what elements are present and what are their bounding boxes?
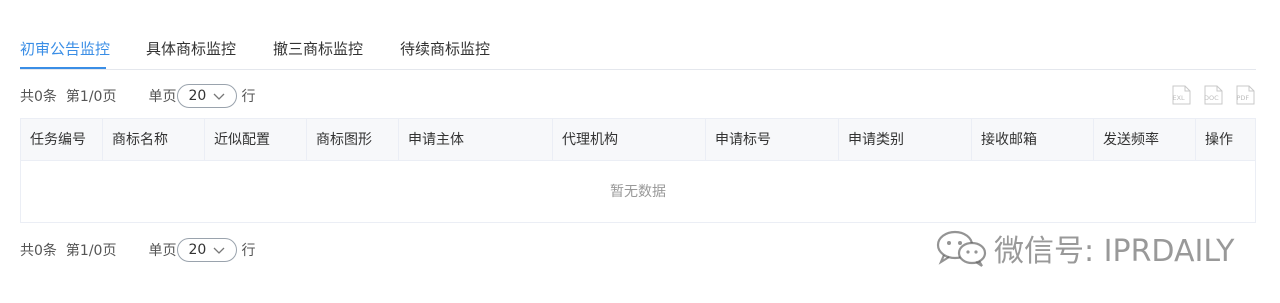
col-agency: 代理机构 [553, 119, 706, 161]
col-trademark-name: 商标名称 [103, 119, 205, 161]
chevron-down-icon [212, 89, 226, 103]
tab-specific-trademark[interactable]: 具体商标监控 [146, 38, 236, 59]
page-info: 第1/0页 [65, 243, 117, 259]
pdf-export-button[interactable]: PDF [1234, 84, 1256, 106]
page-size-label: 单页 [148, 89, 177, 105]
table-header: 任务编号 商标名称 近似配置 商标图形 申请主体 代理机构 申请标号 申请类别 … [21, 119, 1255, 161]
col-send-frequency: 发送频率 [1094, 119, 1196, 161]
active-tab-indicator [20, 67, 106, 69]
col-task-number: 任务编号 [21, 119, 103, 161]
svg-text:DOC: DOC [1204, 94, 1219, 102]
col-similarity-config: 近似配置 [205, 119, 307, 161]
rows-suffix: 行 [241, 89, 256, 105]
excel-export-button[interactable]: EXL [1170, 84, 1192, 106]
pdf-export-icon: PDF [1236, 85, 1255, 105]
col-applicant: 申请主体 [399, 119, 553, 161]
total-count: 共0条 [20, 89, 57, 105]
tab-revocation-trademark[interactable]: 撤三商标监控 [273, 38, 363, 59]
page-size-value: 20 [188, 242, 207, 258]
pagination-bottom: 共0条 第1/0页 单页 20 行 [20, 237, 255, 263]
col-trademark-image: 商标图形 [307, 119, 399, 161]
watermark-text: 微信号: IPRDAILY [994, 234, 1235, 269]
empty-state-text: 暂无数据 [610, 184, 666, 200]
chevron-down-icon [212, 243, 226, 257]
monitor-table: 任务编号 商标名称 近似配置 商标图形 申请主体 代理机构 申请标号 申请类别 … [20, 118, 1256, 223]
page-size-value: 20 [188, 88, 207, 104]
page-size-select[interactable]: 20 [177, 238, 238, 262]
doc-export-icon: DOC [1204, 85, 1223, 105]
col-application-class: 申请类别 [839, 119, 972, 161]
wechat-watermark: 微信号: IPRDAILY [934, 226, 1234, 270]
page-size-select[interactable]: 20 [177, 84, 238, 108]
tab-initial-announcement[interactable]: 初审公告监控 [20, 38, 110, 59]
tab-renewal-trademark[interactable]: 待续商标监控 [400, 38, 490, 59]
wechat-logo-icon [936, 230, 987, 267]
col-application-number: 申请标号 [706, 119, 839, 161]
page-size-label: 单页 [148, 243, 177, 259]
rows-suffix: 行 [241, 243, 256, 259]
excel-export-icon: EXL [1172, 85, 1191, 105]
svg-text:EXL: EXL [1173, 94, 1186, 102]
col-actions: 操作 [1205, 132, 1233, 148]
doc-export-button[interactable]: DOC [1202, 84, 1224, 106]
svg-text:PDF: PDF [1237, 94, 1250, 102]
pagination-top: 共0条 第1/0页 单页 20 行 [20, 83, 255, 109]
col-receive-email: 接收邮箱 [972, 119, 1094, 161]
page-info: 第1/0页 [65, 89, 117, 105]
total-count: 共0条 [20, 243, 57, 259]
monitor-tabs: 初审公告监控 具体商标监控 撤三商标监控 待续商标监控 [20, 0, 1256, 70]
